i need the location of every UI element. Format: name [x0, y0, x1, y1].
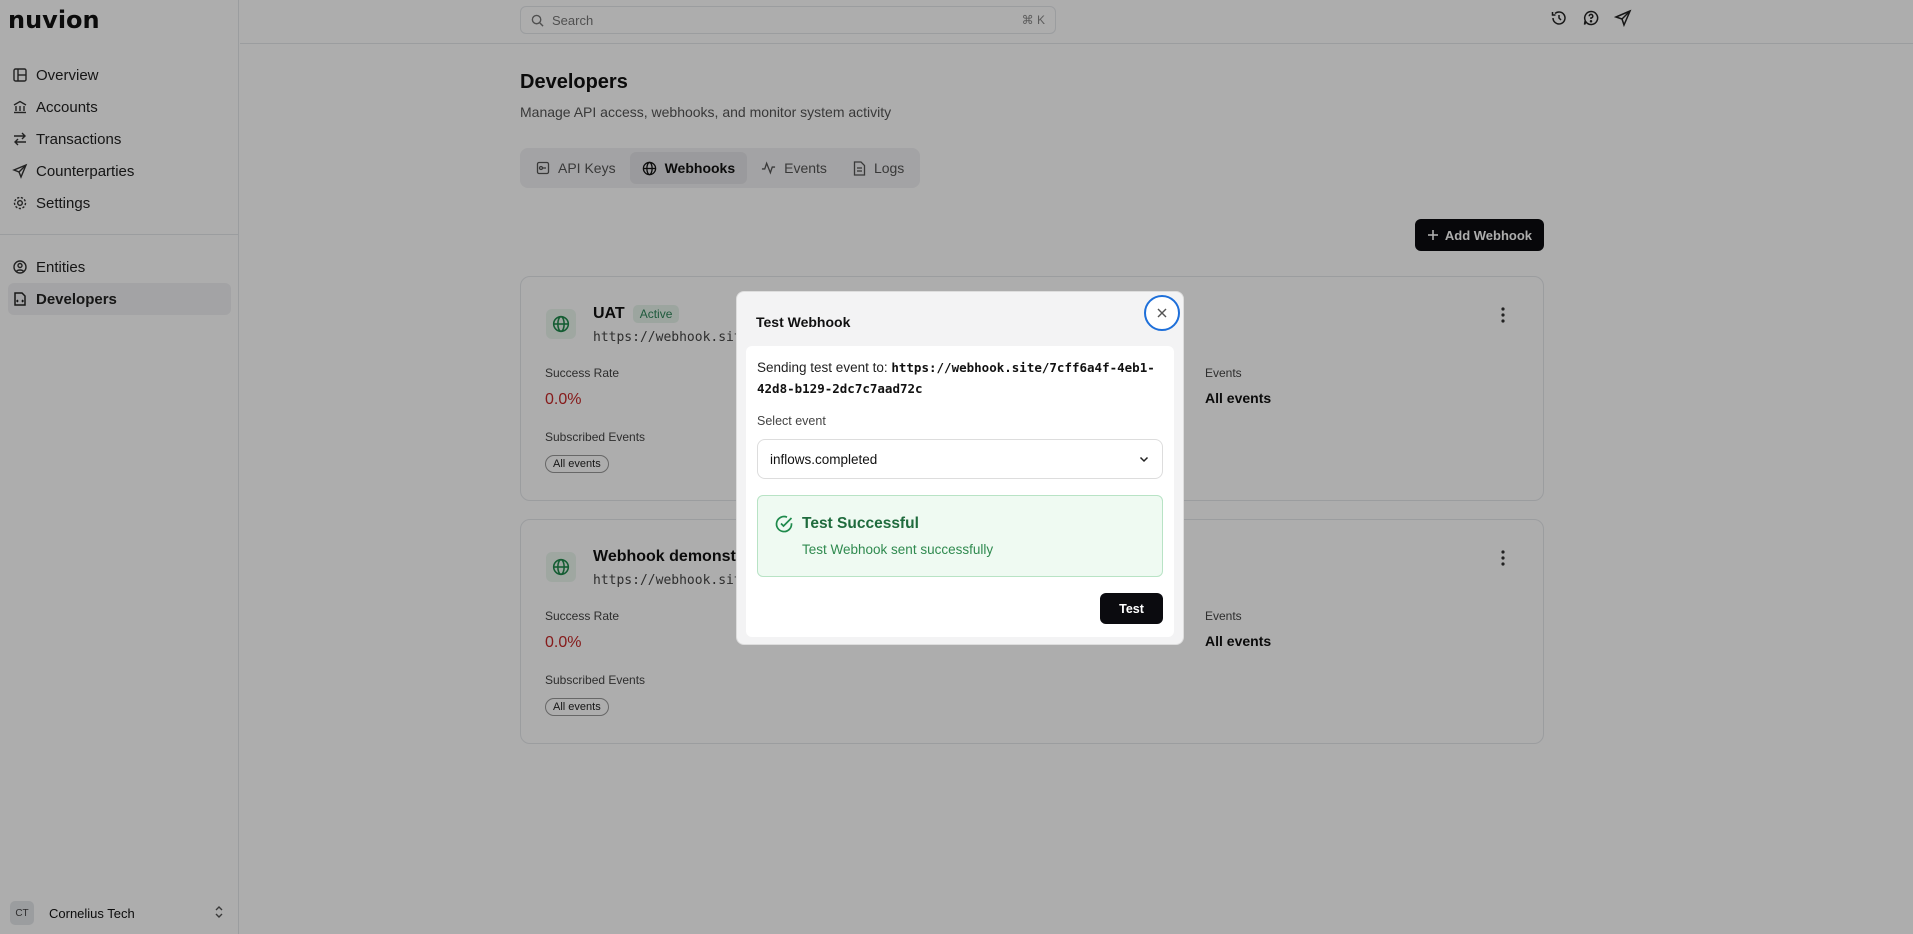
check-circle-icon — [774, 514, 794, 537]
sending-prefix: Sending test event to: — [757, 360, 888, 375]
select-event-label: Select event — [757, 414, 826, 428]
success-message: Test Webhook sent successfully — [802, 542, 994, 557]
chevron-down-icon — [1138, 453, 1150, 465]
dialog-title: Test Webhook — [756, 314, 851, 330]
close-icon — [1156, 307, 1168, 319]
dialog-body: Sending test event to: https://webhook.s… — [746, 346, 1174, 637]
success-alert: Test Successful Test Webhook sent succes… — [757, 495, 1163, 577]
sending-info: Sending test event to: https://webhook.s… — [757, 357, 1167, 399]
test-button[interactable]: Test — [1100, 593, 1163, 624]
event-select[interactable]: inflows.completed — [757, 439, 1163, 479]
success-title: Test Successful — [802, 515, 919, 532]
close-button[interactable] — [1144, 295, 1180, 331]
selected-event: inflows.completed — [770, 451, 878, 467]
test-webhook-dialog: Test Webhook Sending test event to: http… — [736, 291, 1184, 645]
